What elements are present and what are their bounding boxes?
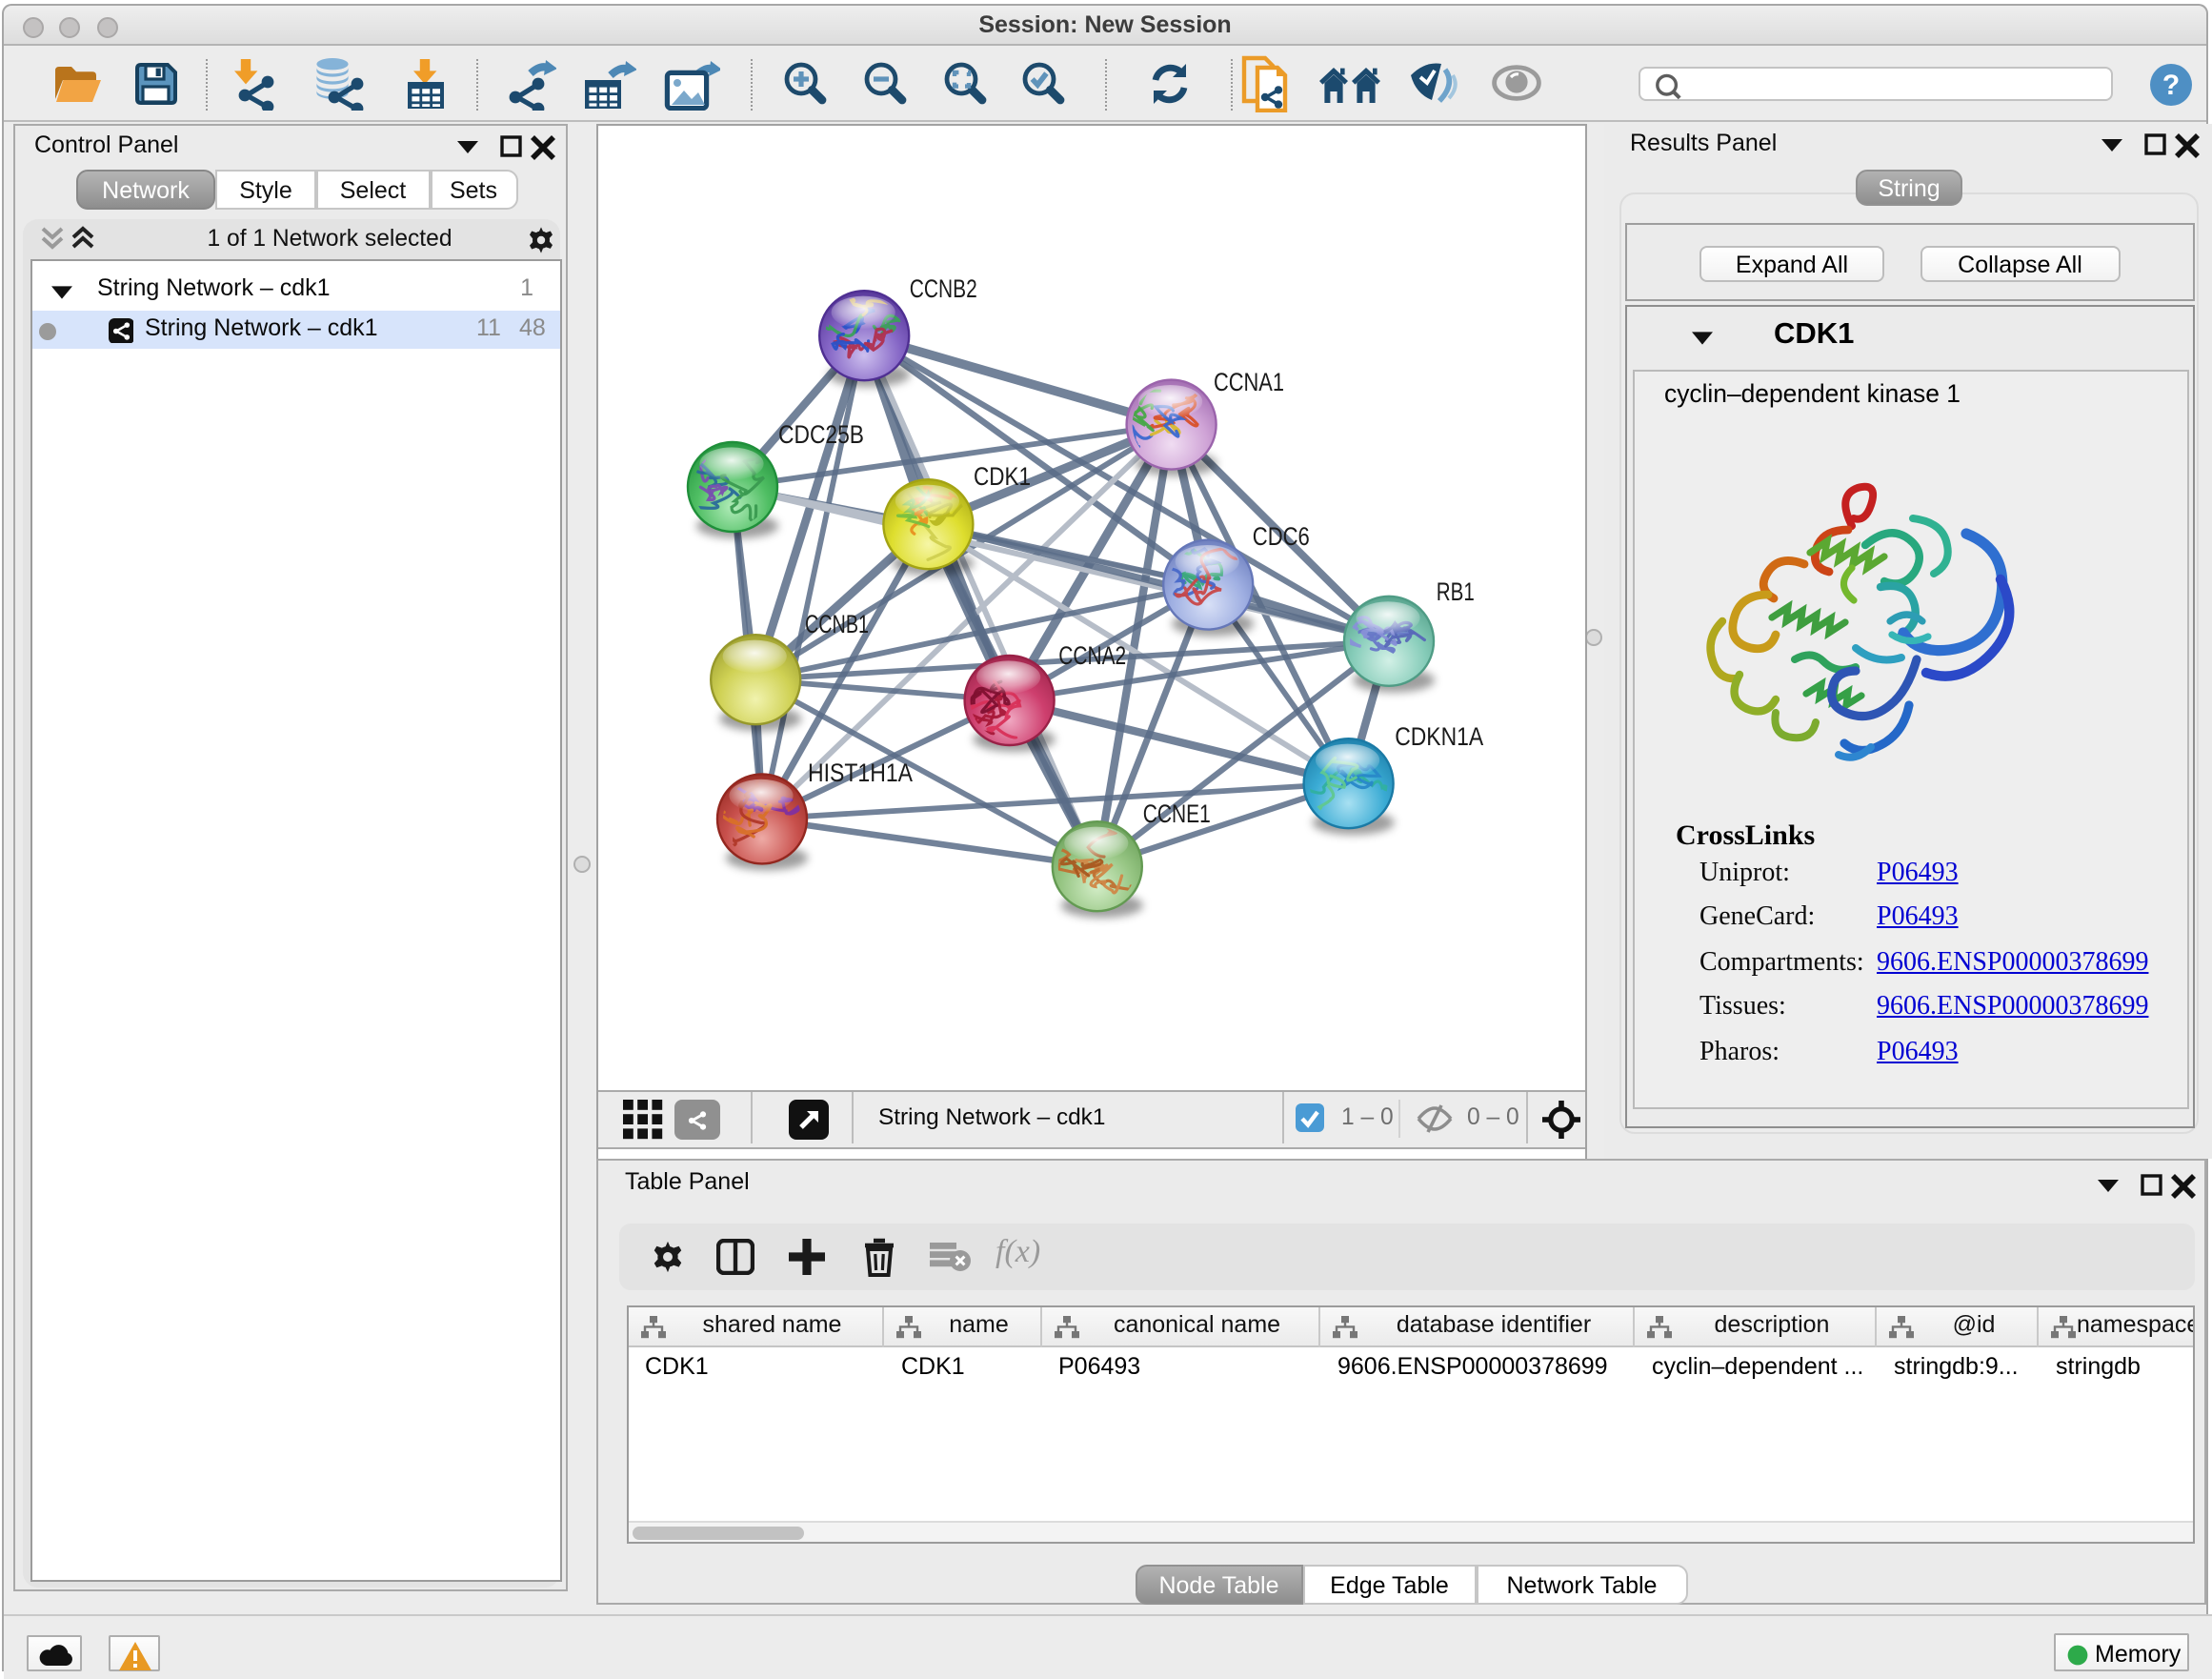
svg-text:CDK1: CDK1 [974,462,1031,491]
svg-text:CCNB1: CCNB1 [805,610,869,638]
svg-text:CCNA2: CCNA2 [1058,641,1126,670]
svg-text:HIST1H1A: HIST1H1A [808,759,913,787]
svg-text:CDKN1A: CDKN1A [1395,722,1483,751]
svg-text:RB1: RB1 [1437,577,1475,606]
svg-text:?: ? [2162,70,2180,101]
svg-text:CDC25B: CDC25B [778,420,864,449]
svg-text:CCNA1: CCNA1 [1214,368,1284,396]
svg-text:CCNE1: CCNE1 [1143,799,1211,828]
svg-text:CCNB2: CCNB2 [910,274,977,303]
svg-text:CDC6: CDC6 [1253,522,1310,551]
